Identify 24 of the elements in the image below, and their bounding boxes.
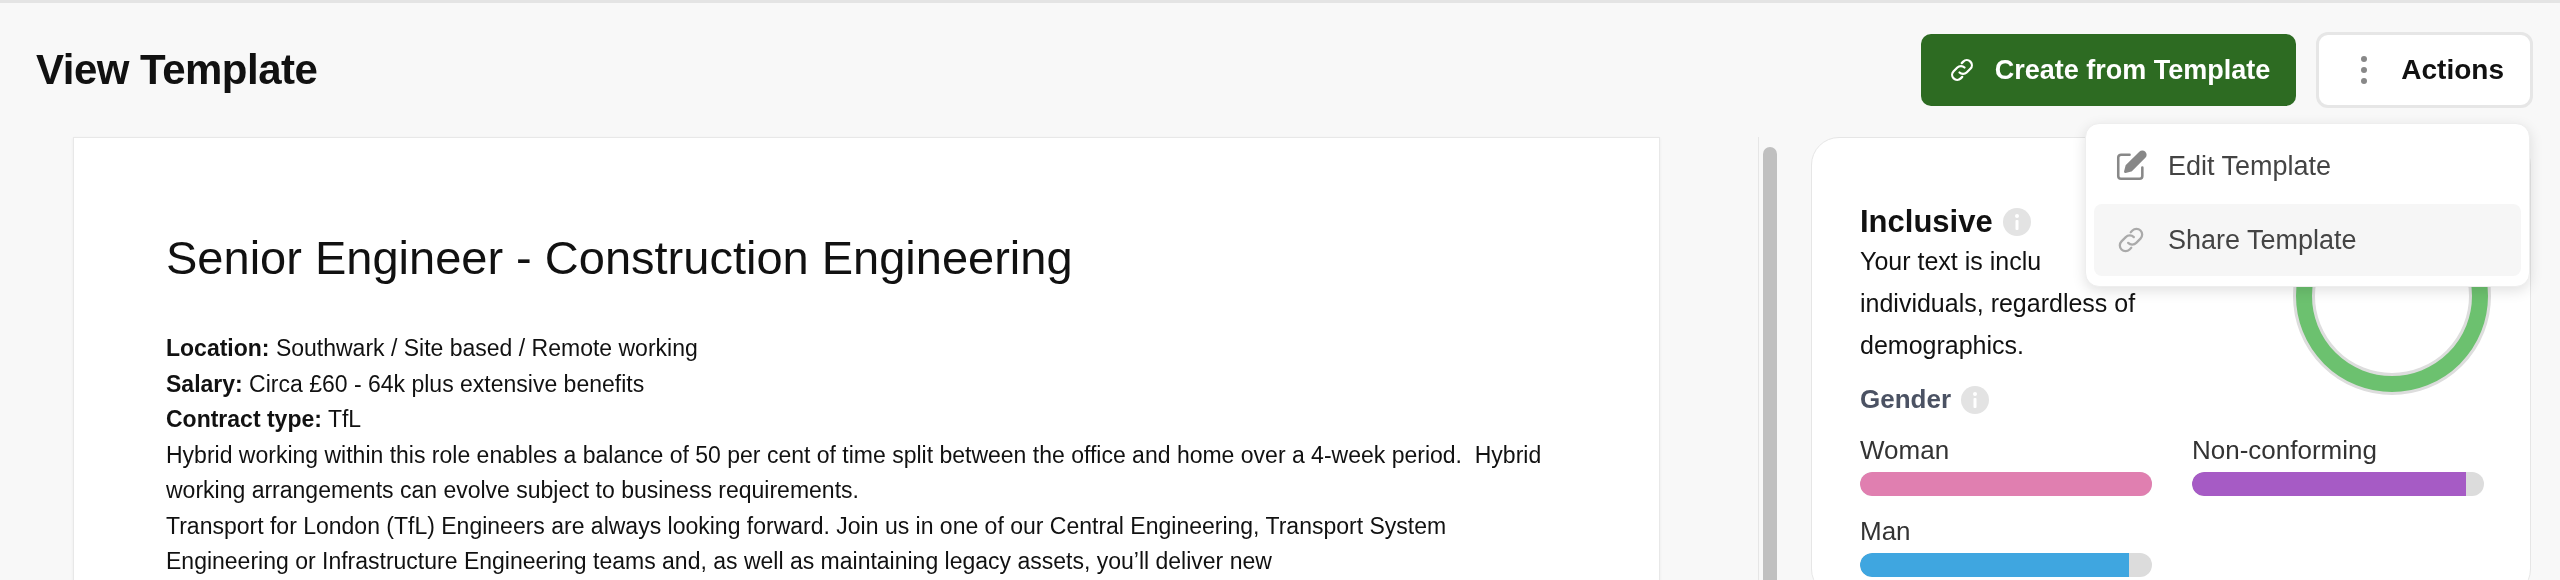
info-icon[interactable] — [1961, 385, 1990, 414]
page-title: View Template — [36, 46, 318, 94]
summary-text: demographics. — [1860, 330, 2025, 361]
document-heading: Senior Engineer - Construction Engineering — [166, 230, 1074, 285]
document-paragraph: Location: Southwark / Site based / Remote working — [166, 334, 699, 363]
inclusive-heading: Inclusive — [1860, 204, 1993, 240]
gender-label: Non-conforming — [2192, 435, 2378, 466]
menu-item[interactable]: Share Template — [2094, 204, 2521, 276]
info-icon[interactable] — [2002, 208, 2031, 236]
summary-text: individuals, regardless of — [1860, 288, 2136, 319]
gender-label: Woman — [1860, 435, 1951, 466]
more-icon — [2361, 55, 2368, 85]
document-paragraph: Salary: Circa £60 - 64k plus extensive benefits — [166, 369, 646, 399]
document-paragraph: Contract type: TfL — [166, 405, 363, 434]
actions-button[interactable]: Actions — [2316, 32, 2533, 108]
gender-label: Man — [1860, 516, 1912, 547]
scrollbar-thumb[interactable] — [1763, 147, 1777, 580]
gender-heading: Gender — [1860, 384, 1952, 415]
document-paragraph: Transport for London (TfL) Engineers are always looking forward. Join us in one of our Central Engineering, Transport System Engineering or Infrastructure Engineering teams and, as well as maintaining legacy assets, you’ll deliver new — [166, 511, 1448, 576]
menu-item[interactable]: Edit Template — [2094, 134, 2521, 198]
create-from-template-button[interactable]: Create from Template — [1920, 34, 2297, 106]
summary-text: Your text is inclu — [1860, 246, 2043, 277]
edit-icon — [2114, 149, 2148, 183]
document-paragraph: Hybrid working within this role enables a balance of 50 per cent of time split between the office and home over a 4-week period. Hybrid working arrangements can evolve subject to business requirements. — [166, 440, 1543, 505]
